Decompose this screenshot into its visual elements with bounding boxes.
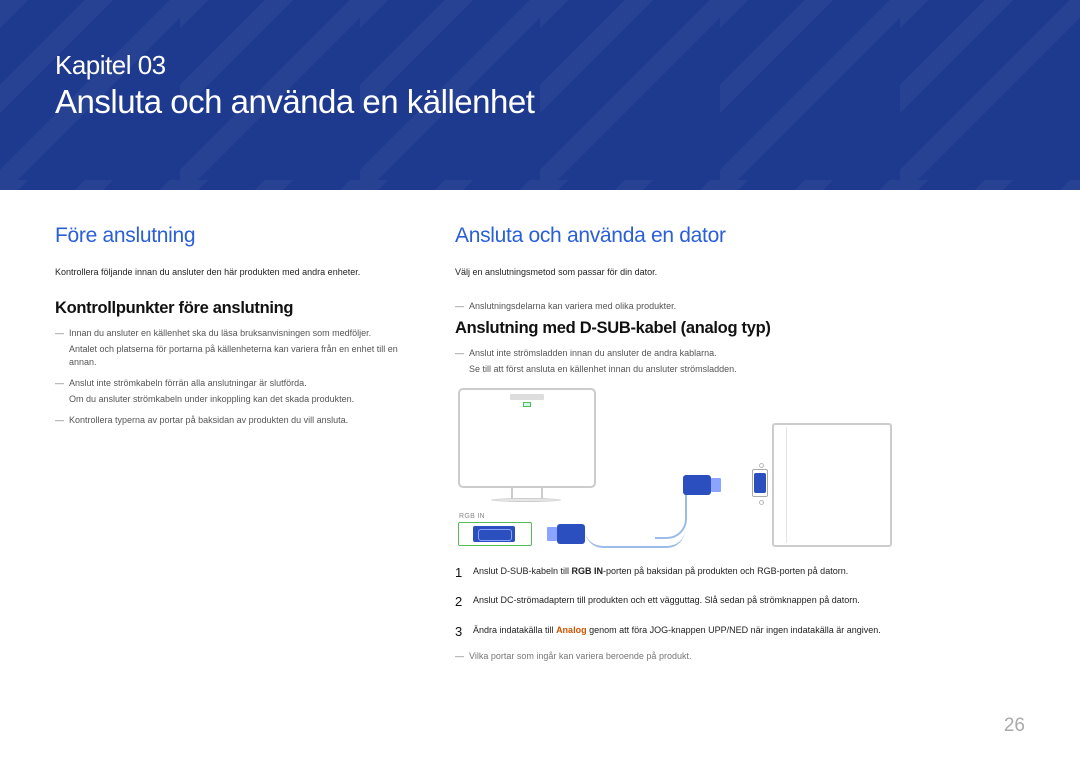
checkpoint-item: ― Innan du ansluter en källenhet ska du … bbox=[55, 326, 415, 340]
step-item: 2 Anslut DC-strömadaptern till produkten… bbox=[455, 592, 1025, 612]
section-before-connecting: Före anslutning bbox=[55, 224, 415, 248]
step-text: Ändra indatakälla till Analog genom att … bbox=[473, 622, 1025, 638]
step-number: 3 bbox=[455, 622, 473, 642]
step-list: 1 Anslut D-SUB-kabeln till RGB IN-porten… bbox=[455, 563, 1025, 642]
step-text: Anslut D-SUB-kabeln till RGB IN-porten p… bbox=[473, 563, 1025, 579]
left-column: Före anslutning Kontrollera följande inn… bbox=[55, 224, 415, 661]
monitor-base-icon bbox=[491, 498, 561, 502]
note-text: Anslut inte strömsladden innan du anslut… bbox=[469, 346, 1025, 360]
dash-icon: ― bbox=[455, 346, 469, 360]
step-analog-word: Analog bbox=[556, 625, 587, 635]
step-bold: RGB IN bbox=[572, 566, 604, 576]
connection-diagram: RGB IN bbox=[455, 385, 895, 549]
dash-icon: ― bbox=[55, 376, 69, 390]
dsub-precautions: ― Anslut inte strömsladden innan du ansl… bbox=[455, 346, 1025, 377]
manual-page: Kapitel 03 Ansluta och använda en källen… bbox=[0, 0, 1080, 763]
dash-icon: ― bbox=[455, 651, 469, 661]
pc-tower-icon bbox=[772, 423, 892, 547]
checkpoint-text: Anslut inte strömkabeln förrän alla ansl… bbox=[69, 376, 415, 390]
right-column: Ansluta och använda en dator Välj en ans… bbox=[455, 224, 1025, 661]
step-text-post: genom att föra JOG-knappen UPP/NED när i… bbox=[587, 625, 881, 635]
pc-dsub-port-icon bbox=[754, 473, 766, 493]
step-text-post: -porten på baksidan på produkten och RGB… bbox=[603, 566, 848, 576]
page-number: 26 bbox=[1004, 715, 1025, 737]
monitor-led-icon bbox=[523, 402, 531, 407]
rgb-in-label: RGB IN bbox=[459, 513, 485, 520]
dash-icon: ― bbox=[55, 413, 69, 427]
step-number: 1 bbox=[455, 563, 473, 583]
screw-hole-icon bbox=[759, 463, 764, 468]
before-connect-intro: Kontrollera följande innan du ansluter d… bbox=[55, 266, 415, 279]
connect-pc-intro: Välj en anslutningsmetod som passar för … bbox=[455, 266, 1025, 279]
dsub-plug-pc-icon bbox=[683, 475, 711, 495]
step-text-pre: Anslut D-SUB-kabeln till bbox=[473, 566, 572, 576]
monitor-icon bbox=[458, 388, 596, 488]
checkpoint-item: ― Anslut inte strömkabeln förrän alla an… bbox=[55, 376, 415, 390]
content-columns: Före anslutning Kontrollera följande inn… bbox=[0, 190, 1080, 661]
footnote: ― Vilka portar som ingår kan variera ber… bbox=[455, 651, 1025, 661]
step-item: 1 Anslut D-SUB-kabeln till RGB IN-porten… bbox=[455, 563, 1025, 583]
chapter-header: Kapitel 03 Ansluta och använda en källen… bbox=[0, 0, 1080, 190]
note-subtext: Se till att först ansluta en källenhet i… bbox=[469, 363, 1025, 377]
checkpoint-subtext: Antalet och platserna för portarna på kä… bbox=[69, 343, 415, 370]
checkpoint-item: ― Kontrollera typerna av portar på baksi… bbox=[55, 413, 415, 427]
connect-pc-intro-note: ― Anslutningsdelarna kan variera med oli… bbox=[455, 299, 1025, 313]
checkpoint-text: Innan du ansluter en källenhet ska du lä… bbox=[69, 326, 415, 340]
step-text-pre: Ändra indatakälla till bbox=[473, 625, 556, 635]
step-number: 2 bbox=[455, 592, 473, 612]
subsection-dsub: Anslutning med D-SUB-kabel (analog typ) bbox=[455, 319, 1025, 338]
note-text: Anslutningsdelarna kan variera med olika… bbox=[469, 299, 1025, 313]
screw-hole-icon bbox=[759, 500, 764, 505]
dash-icon: ― bbox=[55, 326, 69, 340]
chapter-title: Ansluta och använda en källenhet bbox=[55, 83, 1080, 121]
dsub-plug-monitor-icon bbox=[557, 524, 585, 544]
checkpoint-list: ― Innan du ansluter en källenhet ska du … bbox=[55, 326, 415, 428]
dash-icon: ― bbox=[455, 299, 469, 313]
step-text: Anslut DC-strömadaptern till produkten o… bbox=[473, 592, 1025, 608]
footnote-text: Vilka portar som ingår kan variera beroe… bbox=[469, 651, 691, 661]
checkpoint-subtext: Om du ansluter strömkabeln under inkoppl… bbox=[69, 393, 415, 407]
step-item: 3 Ändra indatakälla till Analog genom at… bbox=[455, 622, 1025, 642]
checkpoint-text: Kontrollera typerna av portar på baksida… bbox=[69, 413, 415, 427]
subsection-checkpoints: Kontrollpunkter före anslutning bbox=[55, 299, 415, 318]
section-connect-pc: Ansluta och använda en dator bbox=[455, 224, 1025, 248]
chapter-label: Kapitel 03 bbox=[55, 50, 1080, 81]
dsub-port-icon bbox=[473, 526, 515, 542]
